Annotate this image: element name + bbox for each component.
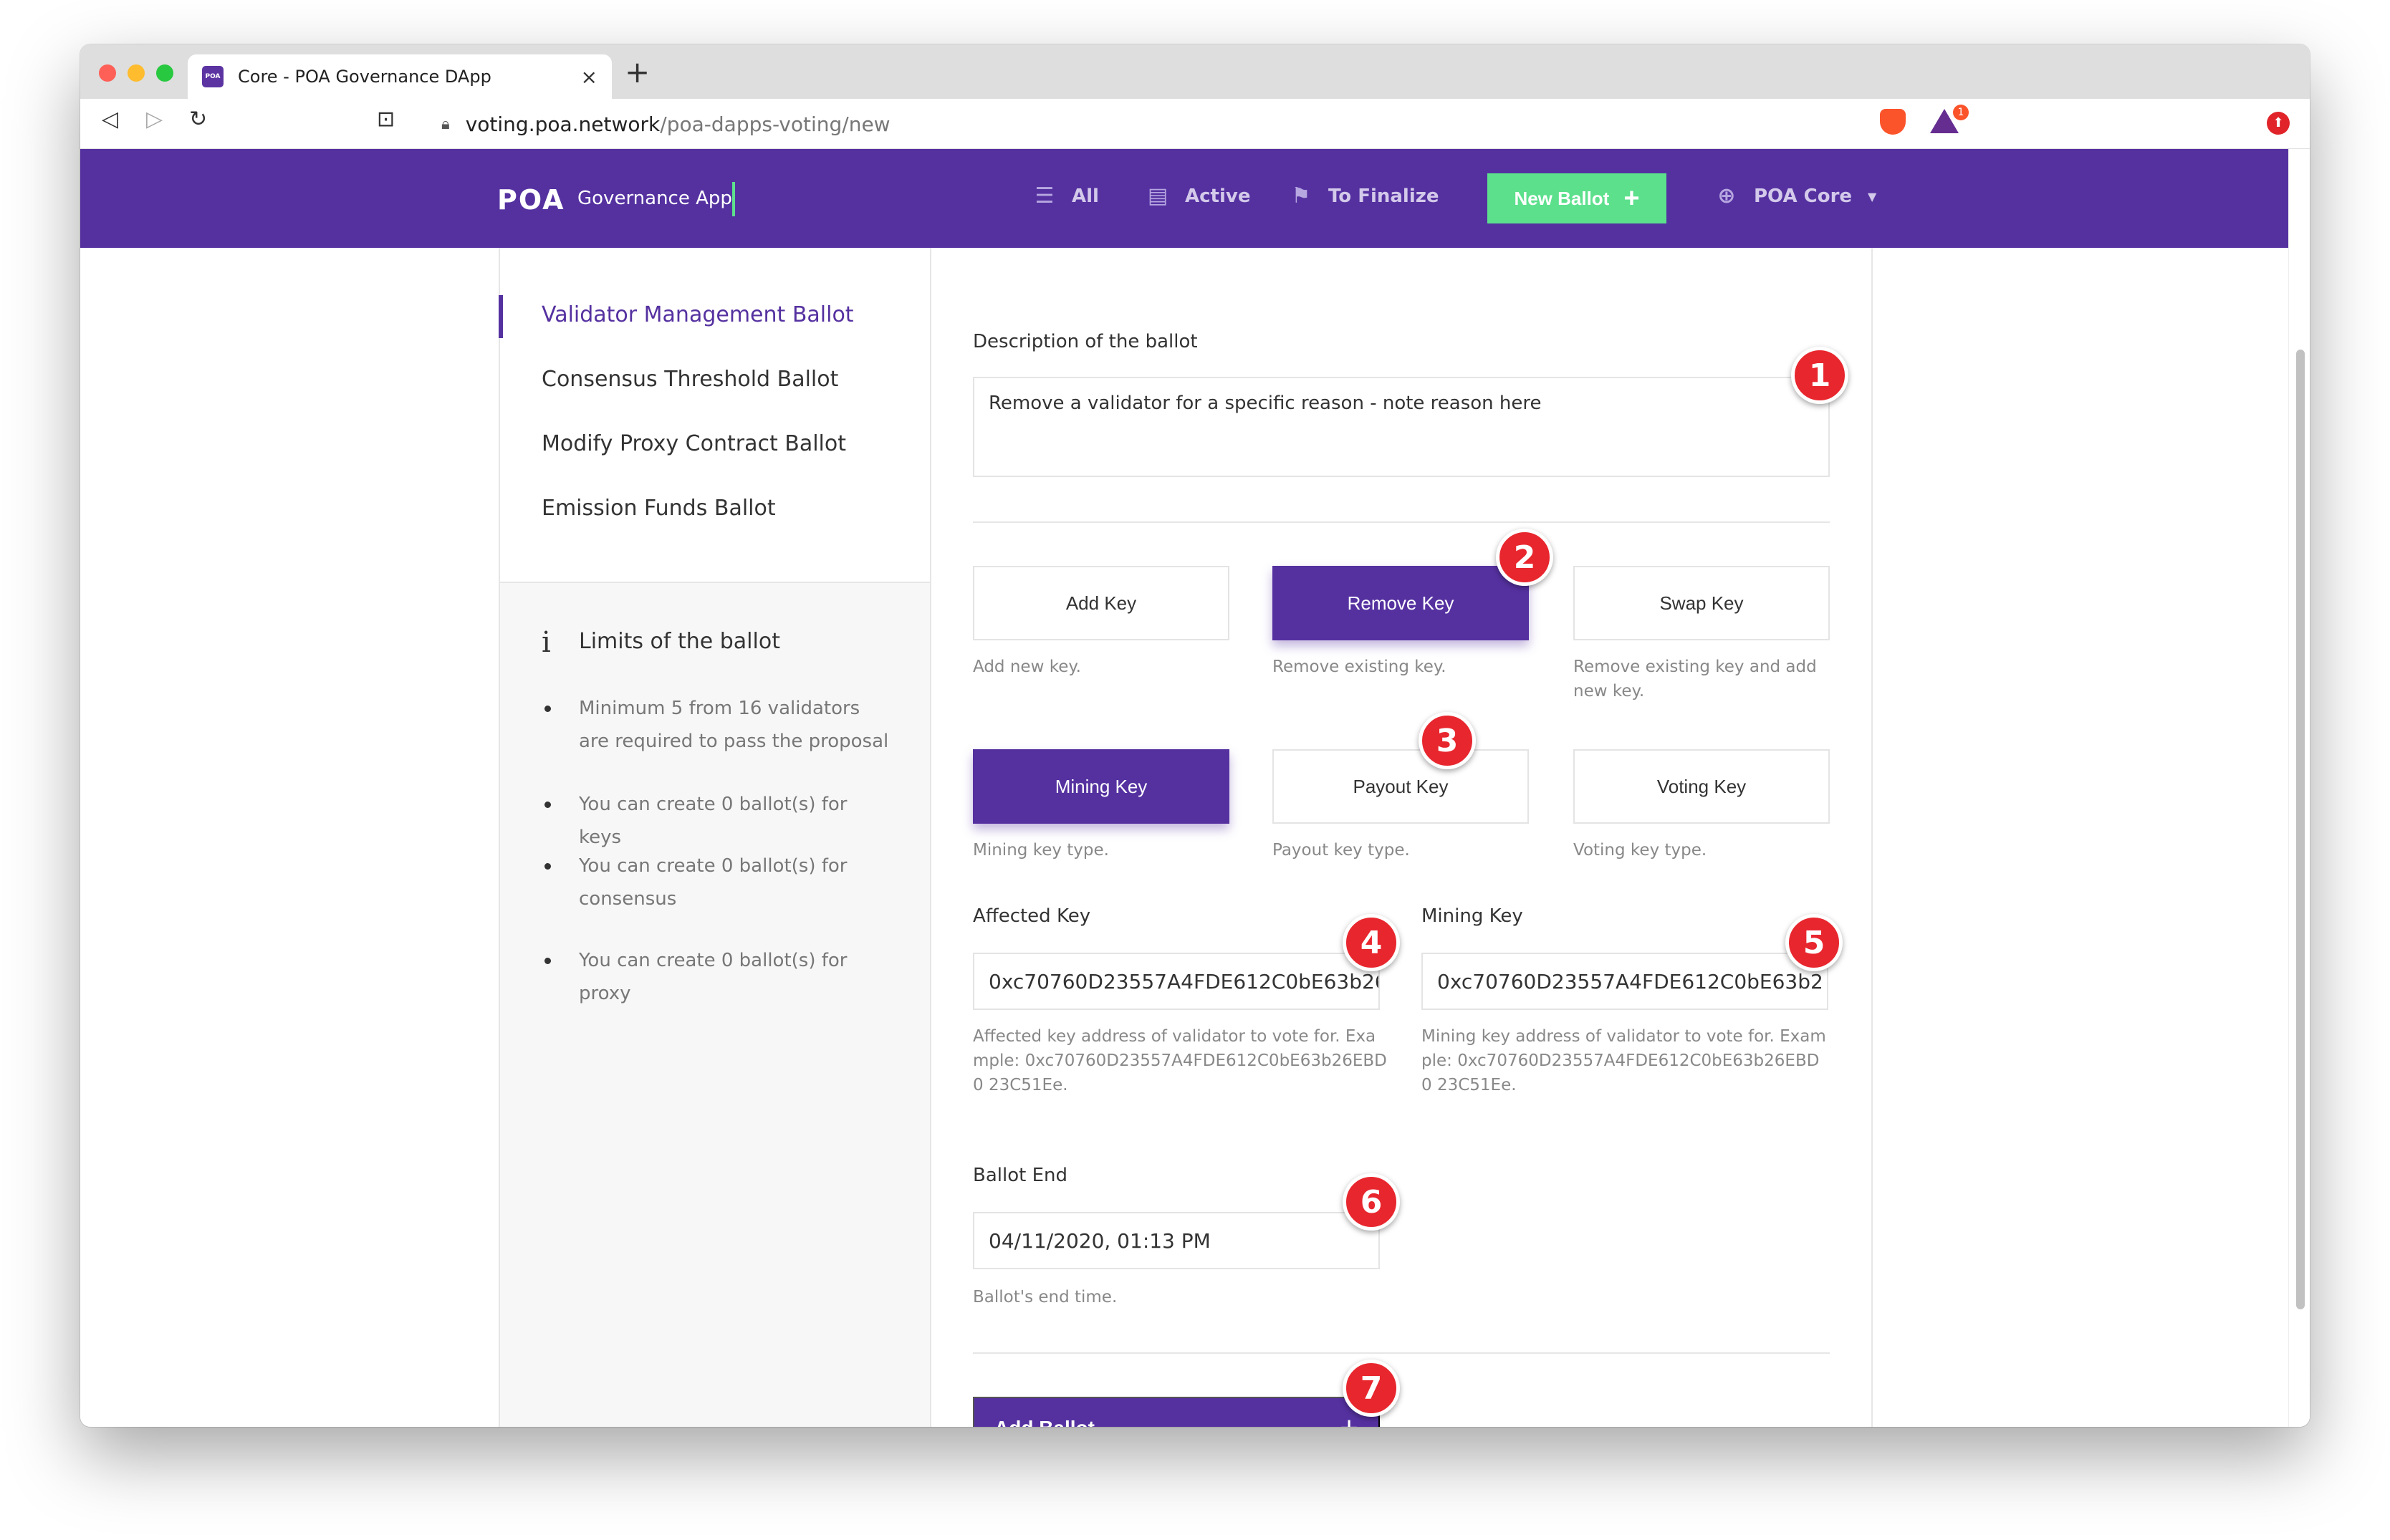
list-icon: ☰ (1035, 183, 1055, 208)
ballot-end-hint: Ballot's end time. (973, 1288, 1118, 1306)
marker-7: 7 (1343, 1359, 1400, 1417)
address-bar: ◁ ▷ ↻ ⊡ 🔒︎ voting.poa.network/poa-dapps-… (80, 99, 2310, 149)
voting-key-option[interactable]: Voting Key (1573, 749, 1830, 824)
nav-active-label: Active (1185, 186, 1251, 207)
plus-icon: + (1340, 1413, 1358, 1428)
scrollbar-thumb[interactable] (2296, 350, 2305, 1309)
swap-key-option[interactable]: Swap Key (1573, 566, 1830, 640)
ballot-type-sidebar: Validator Management Ballot Consensus Th… (499, 248, 931, 1427)
sidebar-item-emission-funds[interactable]: Emission Funds Ballot (542, 496, 776, 521)
remove-key-hint: Remove existing key. (1272, 658, 1446, 676)
plus-icon: + (1623, 183, 1640, 213)
add-ballot-button[interactable]: Add Ballot + (973, 1397, 1380, 1427)
new-ballot-label: New Ballot (1514, 187, 1610, 209)
payout-key-option[interactable]: Payout Key (1272, 749, 1529, 824)
nav-all[interactable]: ☰ All (1032, 183, 1099, 209)
marker-1: 1 (1791, 347, 1848, 404)
info-icon: i (542, 626, 551, 659)
flag-icon: ⚑ (1291, 183, 1311, 208)
description-textarea[interactable]: Remove a validator for a specific reason… (973, 377, 1830, 477)
lock-icon: 🔒︎ (441, 115, 450, 133)
marker-5: 5 (1785, 914, 1843, 971)
nav-all-label: All (1072, 186, 1099, 207)
network-selector[interactable]: ⊕ POA Core ▼ (1714, 183, 1876, 209)
ballot-type-list: Validator Management Ballot Consensus Th… (499, 248, 930, 583)
active-indicator (499, 295, 503, 338)
brave-shield-icon[interactable] (1880, 109, 1906, 135)
limits-panel: i Limits of the ballot Minimum 5 from 16… (500, 583, 930, 1427)
marker-4: 4 (1343, 914, 1400, 971)
app-header: POA Governance App ☰ All ▤ Active ⚑ To F… (80, 149, 2288, 248)
active-ballots-icon: ▤ (1147, 183, 1168, 208)
sidebar-item-validator-management[interactable]: Validator Management Ballot (542, 302, 854, 327)
limits-title: Limits of the ballot (579, 629, 780, 654)
sidebar-item-consensus-threshold[interactable]: Consensus Threshold Ballot (542, 367, 838, 392)
globe-icon: ⊕ (1717, 183, 1736, 208)
close-window-button[interactable] (99, 64, 116, 82)
maximize-window-button[interactable] (156, 64, 173, 82)
limit-item: You can create 0 ballot(s) for keys (544, 788, 894, 854)
nav-to-finalize-label: To Finalize (1328, 186, 1439, 207)
browser-window: POA Core - POA Governance DApp × + ◁ ▷ ↻… (80, 44, 2310, 1427)
limit-item: You can create 0 ballot(s) for proxy (544, 944, 851, 1010)
reload-icon[interactable]: ↻ (189, 109, 207, 130)
affected-key-label: Affected Key (973, 905, 1091, 927)
nav-to-finalize[interactable]: ⚑ To Finalize (1288, 183, 1439, 209)
mining-key-input[interactable]: 0xc70760D23557A4FDE612C0bE63b2 (1421, 953, 1828, 1010)
payout-key-hint: Payout key type. (1272, 841, 1410, 860)
sidebar-item-modify-proxy[interactable]: Modify Proxy Contract Ballot (542, 431, 846, 456)
divider (973, 521, 1830, 523)
poa-favicon-icon: POA (202, 66, 224, 87)
update-icon[interactable]: ⬆ (2267, 112, 2290, 135)
add-key-hint: Add new key. (973, 658, 1081, 676)
voting-key-hint: Voting key type. (1573, 841, 1707, 860)
bookmark-icon[interactable]: ⊡ (377, 109, 395, 130)
nav-active[interactable]: ▤ Active (1145, 183, 1251, 209)
network-label: POA Core (1754, 186, 1853, 207)
limit-item: You can create 0 ballot(s) for consensus (544, 850, 851, 915)
mining-key-label: Mining Key (1421, 905, 1523, 927)
mining-key-hint-text: Mining key address of validator to vote … (1421, 1027, 1826, 1094)
description-label: Description of the ballot (973, 331, 1198, 352)
logo-divider (732, 182, 735, 216)
remove-key-option[interactable]: Remove Key (1272, 566, 1529, 640)
tab-close-icon[interactable]: × (581, 65, 598, 89)
mining-key-hint: Mining key type. (973, 841, 1109, 860)
url-field[interactable]: 🔒︎ voting.poa.network/poa-dapps-voting/n… (423, 106, 1947, 142)
back-icon[interactable]: ◁ (102, 109, 118, 130)
ballot-end-label: Ballot End (973, 1165, 1067, 1186)
poa-logo[interactable]: POA (497, 186, 565, 213)
divider (973, 1352, 1830, 1354)
url-domain: voting.poa.network (465, 112, 661, 136)
minimize-window-button[interactable] (128, 64, 145, 82)
add-ballot-label: Add Ballot (994, 1417, 1095, 1427)
affected-key-hint: Affected key address of validator to vot… (973, 1027, 1387, 1094)
browser-tab[interactable]: POA Core - POA Governance DApp × (188, 54, 612, 99)
page-content: Validator Management Ballot Consensus Th… (80, 248, 2288, 1427)
chevron-down-icon: ▼ (1868, 189, 1877, 203)
forward-icon[interactable]: ▷ (146, 109, 163, 130)
marker-3: 3 (1419, 712, 1476, 769)
mining-key-option[interactable]: Mining Key (973, 749, 1229, 824)
add-key-option[interactable]: Add Key (973, 566, 1229, 640)
swap-key-hint: Remove existing key and add new key. (1573, 658, 1817, 701)
content-right-border (1871, 248, 1873, 1427)
new-tab-button[interactable]: + (625, 57, 650, 87)
marker-2: 2 (1496, 529, 1553, 586)
tab-title: Core - POA Governance DApp (238, 67, 491, 87)
marker-6: 6 (1343, 1173, 1400, 1231)
url-path: /poa-dapps-voting/new (660, 112, 891, 136)
rewards-badge: 1 (1953, 105, 1969, 120)
tab-strip: POA Core - POA Governance DApp × + (80, 44, 2310, 99)
app-name: Governance App (577, 188, 732, 209)
limit-item: Minimum 5 from 16 validators are require… (544, 692, 894, 758)
page-scrollbar[interactable] (2288, 149, 2310, 1427)
new-ballot-button[interactable]: New Ballot + (1487, 173, 1666, 223)
affected-key-input[interactable]: 0xc70760D23557A4FDE612C0bE63b26 (973, 953, 1380, 1010)
ballot-end-input[interactable]: 04/11/2020, 01:13 PM (973, 1212, 1380, 1269)
